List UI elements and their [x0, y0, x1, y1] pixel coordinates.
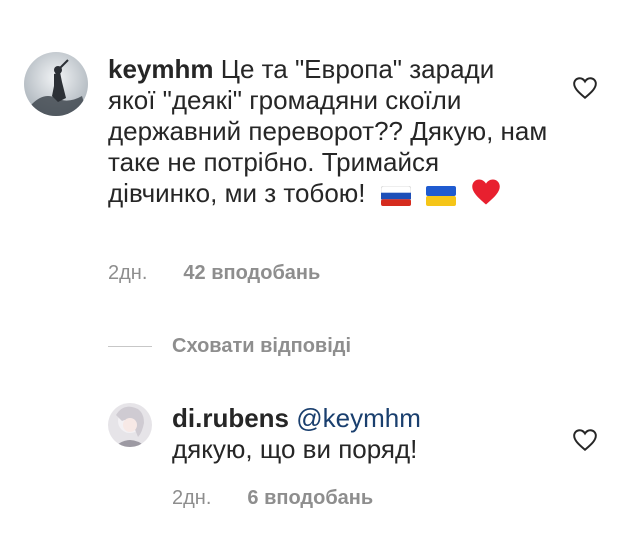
reply-meta: 2дн. 6 вподобань	[172, 487, 373, 510]
reply-body: di.rubens @keymhm дякую, що ви поряд!	[172, 403, 552, 465]
reply-mention[interactable]: @keymhm	[296, 403, 421, 433]
like-heart-icon[interactable]	[572, 76, 598, 100]
avatar-di-rubens[interactable]	[108, 403, 152, 447]
comment-time: 2дн.	[108, 262, 148, 284]
reply-likes[interactable]: 6 вподобань	[247, 487, 373, 510]
red-heart-icon	[471, 178, 501, 206]
comment-body: keymhm Це та "Европа" заради якої "деякі…	[108, 54, 548, 209]
hide-replies-label: Сховати відповіді	[172, 335, 352, 357]
russia-flag-icon	[380, 186, 411, 206]
comment-meta: 2дн. 42 вподобань	[108, 262, 320, 285]
reply-like-heart-icon[interactable]	[572, 428, 598, 452]
reply-time: 2дн.	[172, 487, 212, 509]
ukraine-flag-icon	[425, 186, 456, 206]
reply-text: дякую, що ви поряд!	[172, 434, 418, 464]
reply-username[interactable]: di.rubens	[172, 403, 289, 433]
hide-replies-button[interactable]: Сховати відповіді	[108, 335, 351, 358]
divider-line	[108, 346, 152, 347]
avatar-keymhm[interactable]	[24, 52, 88, 116]
comment-username[interactable]: keymhm	[108, 54, 214, 84]
comment-likes[interactable]: 42 вподобань	[183, 262, 320, 285]
